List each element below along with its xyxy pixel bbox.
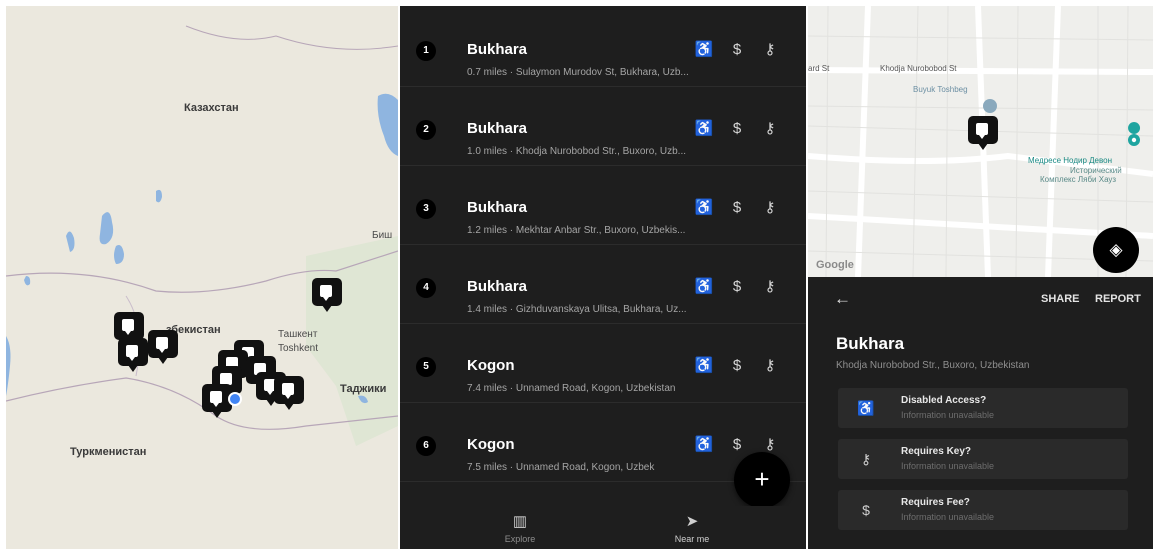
map-pin-cluster-west-3[interactable] [148,330,178,364]
selected-location-pin[interactable] [968,116,998,150]
location-title: Bukhara [836,334,905,353]
map-label-tashkent: Ташкент [278,329,318,340]
key-icon: ⚷ [764,120,776,137]
dollar-icon: $ [732,436,742,453]
map-label-toshkent: Toshkent [278,343,319,354]
feature-title: Requires Key? [901,446,972,457]
accessible-icon: ♿ [694,120,714,137]
list-item-number: 6 [416,436,436,456]
toilet-pin-icon [122,319,134,335]
map-background [6,6,398,549]
list-item-number: 2 [416,120,436,140]
map-poi-label-teal: Исторический [1070,166,1122,175]
accessible-icon: ♿ [694,357,714,374]
add-location-button[interactable]: + [734,452,790,508]
list-item[interactable]: 4 Bukhara 1.4 miles · Gizhduvanskaya Uli… [400,244,806,324]
accessible-icon: ♿ [694,278,714,295]
toilet-pin-icon [126,345,138,361]
accessible-icon: ♿ [694,199,714,216]
list-item-number: 1 [416,41,436,61]
map-poi-label-teal: Медресе Нодир Девон [1028,156,1113,165]
dollar-icon: $ [732,120,742,137]
feature-title: Disabled Access? [901,395,987,406]
current-location-dot [228,392,242,406]
accessible-icon: ♿ [694,41,714,58]
map-pin-tashkent[interactable] [312,278,342,312]
dollar-icon: $ [732,41,742,58]
bottom-nav: ▥ Explore ➤ Near me [400,506,806,549]
accessible-icon: ♿ [694,436,714,453]
key-icon: ⚷ [764,199,776,216]
list-item-title: Kogon [467,436,515,453]
list-item-title: Bukhara [467,199,528,216]
feature-status: Information unavailable [901,410,995,420]
dollar-icon: $ [732,199,742,216]
list-item-number: 5 [416,357,436,377]
map-street-label: ard St [808,64,830,73]
toilet-pin-icon [156,337,168,353]
nav-explore[interactable]: ▥ Explore [460,512,580,544]
dollar-icon: $ [732,357,742,374]
feature-title: Requires Fee? [901,497,970,508]
map-poi-label-teal: Комплекс Ляби Хауз [1040,175,1117,184]
key-icon: ⚷ [764,41,776,58]
toilet-pin-icon [976,123,988,139]
list-item-subtitle: 1.0 miles · Khodja Nurobobod Str., Buxor… [467,146,686,157]
list-item-subtitle: 0.7 miles · Sulaymon Murodov St, Bukhara… [467,67,689,78]
list-item-title: Bukhara [467,120,528,137]
key-icon: ⚷ [860,451,872,467]
nearby-list: 1 Bukhara 0.7 miles · Sulaymon Murodov S… [400,6,806,549]
nav-near-me[interactable]: ➤ Near me [632,512,752,544]
map-icon: ▥ [512,513,528,530]
list-item-subtitle: 1.2 miles · Mekhtar Anbar Str., Buxoro, … [467,225,686,236]
location-detail: ard St Khodja Nurobobod St Buyuk Toshbeg… [808,6,1153,549]
map-label-bishkek: Биш [372,230,393,241]
list-item-title: Bukhara [467,41,528,58]
report-button[interactable]: REPORT [1095,293,1141,305]
list-item[interactable]: 1 Bukhara 0.7 miles · Sulaymon Murodov S… [400,7,806,87]
overview-map[interactable]: Казахстан збекистан Туркменистан Таджики… [6,6,398,549]
feature-requires-fee: $ Requires Fee? Information unavailable [838,490,1128,530]
google-logo: Google [816,259,854,271]
list-item[interactable]: 2 Bukhara 1.0 miles · Khodja Nurobobod S… [400,86,806,166]
key-icon: ⚷ [764,357,776,374]
feature-requires-key: ⚷ Requires Key? Information unavailable [838,439,1128,479]
feature-status: Information unavailable [901,461,995,471]
share-button[interactable]: SHARE [1041,293,1080,305]
location-address: Khodja Nurobobod Str., Buxoro, Uzbekista… [836,360,1030,371]
directions-button[interactable]: ◈ [1093,227,1139,273]
map-poi-label: Buyuk Toshbeg [913,85,968,94]
dollar-icon: $ [862,502,870,518]
navigation-arrow-icon: ➤ [685,513,699,530]
map-pin-cluster-west-1[interactable] [114,312,144,346]
key-icon: ⚷ [764,278,776,295]
map-pin-bukhara-6[interactable] [274,376,304,410]
list-item-title: Kogon [467,357,515,374]
nav-near-me-label: Near me [674,534,710,544]
map-label-tajikistan: Таджики [340,383,387,395]
map-street-label: Khodja Nurobobod St [880,64,957,73]
list-item[interactable]: 3 Bukhara 1.2 miles · Mekhtar Anbar Str.… [400,165,806,245]
directions-icon: ◈ [1109,240,1123,259]
toilet-pin-icon [282,383,294,399]
list-item[interactable]: 5 Kogon 7.4 miles · Unnamed Road, Kogon,… [400,323,806,403]
map-label-kazakhstan: Казахстан [184,102,239,114]
accessible-icon: ♿ [857,400,875,416]
list-item-number: 3 [416,199,436,219]
list-item-subtitle: 1.4 miles · Gizhduvanskaya Ulitsa, Bukha… [467,304,687,315]
dollar-icon: $ [732,278,742,295]
toilet-pin-icon [320,285,332,301]
map-label-turkmenistan: Туркменистан [70,446,147,458]
detail-map[interactable]: ard St Khodja Nurobobod St Buyuk Toshbeg… [808,6,1153,277]
back-arrow-icon[interactable]: ← [834,289,851,309]
list-item-subtitle: 7.4 miles · Unnamed Road, Kogon, Uzbekis… [467,383,676,394]
feature-status: Information unavailable [901,512,995,522]
feature-disabled-access: ♿ Disabled Access? Information unavailab… [838,388,1128,428]
map-pin-cluster-west-2[interactable] [118,338,148,372]
list-item-number: 4 [416,278,436,298]
list-item-title: Bukhara [467,278,528,295]
nav-explore-label: Explore [504,534,536,544]
toilet-pin-icon [210,391,222,407]
